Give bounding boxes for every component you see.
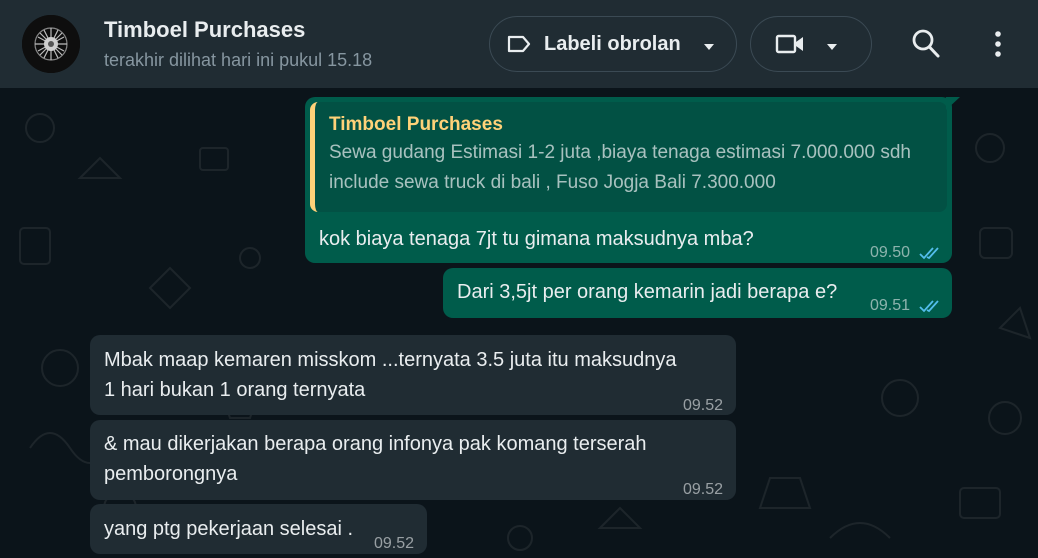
chevron-down-icon [702, 39, 716, 57]
quoted-message[interactable]: Timboel Purchases Sewa gudang Estimasi 1… [310, 102, 947, 212]
avatar[interactable] [22, 15, 80, 73]
incoming-message[interactable]: & mau dikerjakan berapa orang infonya pa… [90, 420, 736, 500]
quote-author: Timboel Purchases [329, 114, 503, 135]
message-time: 09.51 [870, 297, 911, 314]
message-text-line: pemborongnya [104, 463, 238, 485]
more-vertical-icon[interactable] [990, 28, 1006, 65]
quote-text-line: include sewa truck di bali , Fuso Jogja … [329, 172, 776, 193]
outgoing-message[interactable]: Dari 3,5jt per orang kemarin jadi berapa… [443, 268, 952, 318]
message-text: yang ptg pekerjaan selesai . [104, 518, 354, 540]
double-check-icon [919, 293, 943, 323]
message-text-line: 1 hari bukan 1 orang ternyata [104, 379, 366, 401]
message-time: 09.50 [870, 244, 911, 261]
chat-title[interactable]: Timboel Purchases [104, 16, 372, 44]
double-check-icon [919, 240, 943, 270]
message-text: Dari 3,5jt per orang kemarin jadi berapa… [457, 281, 838, 303]
message-list[interactable]: Timboel Purchases Sewa gudang Estimasi 1… [0, 88, 1038, 558]
video-call-icon [775, 33, 805, 55]
label-chat-text: Labeli obrolan [544, 32, 681, 55]
outgoing-message[interactable]: Timboel Purchases Sewa gudang Estimasi 1… [305, 97, 952, 263]
quote-text-line: Sewa gudang Estimasi 1-2 juta ,biaya ten… [329, 142, 911, 163]
message-time: 09.52 [683, 397, 724, 414]
message-time: 09.52 [374, 535, 415, 552]
chevron-down-icon [825, 39, 839, 57]
label-icon [506, 34, 532, 54]
message-text: kok biaya tenaga 7jt tu gimana maksudnya… [319, 228, 754, 250]
incoming-message[interactable]: yang ptg pekerjaan selesai . 09.52 [90, 504, 427, 554]
last-seen-status: terakhir dilihat hari ini pukul 15.18 [104, 50, 373, 70]
video-call-button[interactable] [750, 16, 872, 72]
incoming-message[interactable]: Mbak maap kemaren misskom ...ternyata 3.… [90, 335, 736, 415]
search-icon[interactable] [911, 28, 941, 65]
message-time: 09.52 [683, 481, 724, 498]
message-text-line: & mau dikerjakan berapa orang infonya pa… [104, 433, 647, 455]
chat-header: Timboel Purchases terakhir dilihat hari … [0, 0, 1038, 88]
label-chat-button[interactable]: Labeli obrolan [489, 16, 737, 72]
message-text-line: Mbak maap kemaren misskom ...ternyata 3.… [104, 349, 677, 371]
chat-info[interactable]: Timboel Purchases terakhir dilihat hari … [104, 16, 372, 72]
bubble-tail [946, 97, 960, 110]
